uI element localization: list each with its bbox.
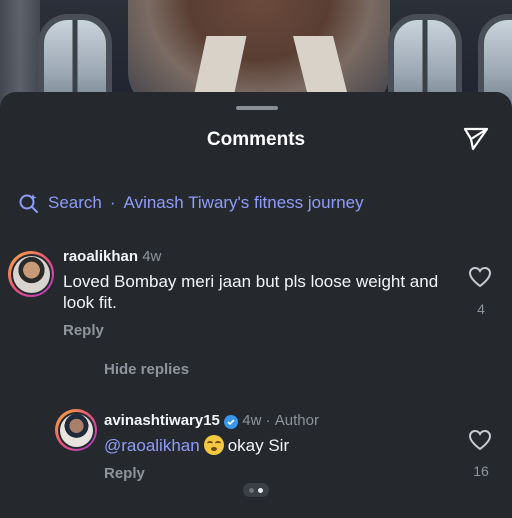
reply-text: @raoalikhan okay Sir	[104, 435, 289, 456]
avatar[interactable]	[8, 251, 54, 297]
comment-time: 4w	[142, 248, 162, 265]
reply-avatar-photo	[59, 413, 93, 447]
page-indicator	[243, 483, 269, 497]
smiling-face-icon	[203, 435, 224, 455]
search-sparkle-icon	[19, 194, 38, 213]
heart-outline-icon	[468, 266, 492, 288]
search-suggestion[interactable]: Search · Avinash Tiwary's fitness journe…	[18, 192, 364, 214]
page-dot-active	[258, 487, 263, 493]
mention-link[interactable]: @raoalikhan	[104, 436, 200, 455]
reply-time: 4w	[242, 412, 262, 429]
username-link[interactable]: raoalikhan	[63, 248, 138, 265]
sheet-title: Comments	[206, 129, 306, 150]
reply-like-count: 16	[473, 463, 489, 479]
verified-badge-icon	[224, 415, 239, 429]
reply-username[interactable]: avinashtiwary15 4w · Author	[104, 412, 319, 429]
search-label: Search	[48, 193, 102, 212]
like-button[interactable]	[468, 266, 494, 290]
author-badge: Author	[274, 412, 319, 429]
comments-sheet: Comments Search · Avinash Tiwary's fitne…	[0, 92, 512, 518]
search-query: Avinash Tiwary's fitness journey	[123, 193, 364, 212]
share-button[interactable]	[460, 123, 492, 155]
reply-meta-separator: ·	[265, 412, 271, 429]
reply-username-link[interactable]: avinashtiwary15	[104, 412, 220, 429]
avatar-photo	[12, 255, 50, 293]
reply-button[interactable]: Reply	[63, 322, 104, 339]
hide-replies-button[interactable]: Hide replies	[104, 361, 189, 378]
reply-avatar[interactable]	[55, 409, 97, 451]
heart-outline-icon	[468, 429, 492, 451]
reply-body: okay Sir	[227, 436, 290, 455]
comment-username[interactable]: raoalikhan 4w	[63, 248, 161, 265]
paper-plane-icon	[463, 127, 489, 151]
reply-button[interactable]: Reply	[104, 465, 145, 482]
page-dot	[249, 487, 254, 493]
hide-replies-label: Hide replies	[104, 361, 190, 378]
reply-like-button[interactable]	[468, 429, 494, 453]
drag-handle[interactable]	[236, 106, 278, 110]
search-separator: ·	[109, 193, 116, 212]
comment-text: Loved Bombay meri jaan but pls loose wei…	[63, 272, 439, 312]
like-count: 4	[477, 301, 485, 317]
